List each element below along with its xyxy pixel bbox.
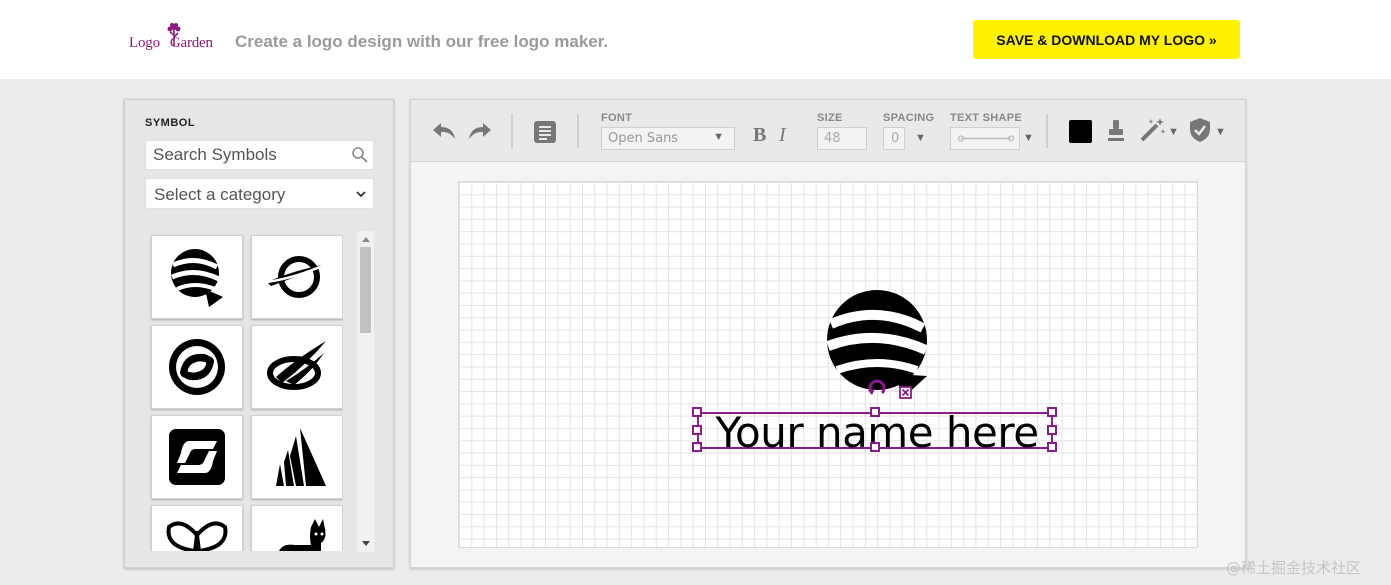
resize-handle-top[interactable] bbox=[870, 407, 880, 417]
font-dropdown-value: Open Sans bbox=[608, 131, 679, 146]
symbol-tile[interactable] bbox=[251, 415, 343, 499]
symbol-tile[interactable] bbox=[251, 325, 343, 409]
chevron-down-icon bbox=[356, 191, 366, 198]
shield-caret-down-icon[interactable]: ▼ bbox=[1215, 126, 1226, 138]
italic-button[interactable]: I bbox=[779, 124, 786, 147]
text-shape-label: TEXT SHAPE bbox=[950, 112, 1023, 124]
text-block-icon[interactable] bbox=[533, 120, 557, 144]
size-label: SIZE bbox=[817, 112, 843, 124]
logo-text-selection[interactable]: Your name here bbox=[692, 407, 1057, 457]
save-download-button[interactable]: SAVE & DOWNLOAD MY LOGO » bbox=[973, 20, 1240, 59]
symbol-scrollbar[interactable] bbox=[357, 231, 374, 552]
editor-panel: FONT Open Sans ▼ B I SIZE 48 SPACING 0 ▼… bbox=[410, 99, 1246, 568]
text-shape-caret-down-icon[interactable]: ▼ bbox=[1023, 132, 1034, 144]
category-dropdown-label: Select a category bbox=[154, 185, 286, 204]
symbol-tile[interactable] bbox=[251, 505, 343, 551]
tower-blades-icon bbox=[276, 428, 326, 486]
resize-handle-top-right[interactable] bbox=[1047, 407, 1057, 417]
magic-wand-icon[interactable] bbox=[1139, 117, 1167, 143]
symbol-grid bbox=[149, 233, 343, 551]
symbol-panel-title: SYMBOL bbox=[145, 117, 196, 129]
top-header: Logo Garden Create a logo design with our… bbox=[0, 0, 1391, 79]
design-canvas[interactable]: Your name here bbox=[458, 181, 1198, 548]
resize-handle-top-left[interactable] bbox=[692, 407, 702, 417]
scroll-thumb[interactable] bbox=[360, 247, 371, 333]
font-dropdown[interactable]: Open Sans ▼ bbox=[601, 127, 735, 150]
size-input[interactable]: 48 bbox=[817, 127, 867, 150]
bold-button[interactable]: B bbox=[753, 124, 766, 147]
slider-track-icon bbox=[957, 135, 1015, 142]
orbit-swoosh-icon bbox=[267, 341, 326, 390]
swoosh-ring-icon bbox=[266, 256, 328, 298]
symbol-tile[interactable] bbox=[151, 505, 243, 551]
scroll-down-arrow-icon[interactable] bbox=[357, 536, 374, 552]
text-shape-slider[interactable] bbox=[950, 127, 1020, 150]
symbol-tile[interactable] bbox=[151, 235, 243, 319]
resize-handle-left[interactable] bbox=[692, 425, 702, 435]
spacing-caret-down-icon[interactable]: ▼ bbox=[915, 132, 926, 144]
text-color-swatch[interactable] bbox=[1069, 120, 1092, 143]
redo-icon[interactable] bbox=[467, 120, 493, 142]
wand-caret-down-icon[interactable]: ▼ bbox=[1168, 126, 1179, 138]
circle-swirl-icon bbox=[169, 339, 225, 395]
toolbar-separator bbox=[511, 114, 513, 148]
symbol-search-input[interactable] bbox=[146, 141, 346, 169]
resize-handle-bottom-right[interactable] bbox=[1047, 442, 1057, 452]
s-tile-icon bbox=[169, 429, 225, 485]
symbol-tile[interactable] bbox=[151, 325, 243, 409]
toolbar-separator bbox=[577, 114, 579, 148]
resize-handle-right[interactable] bbox=[1047, 425, 1057, 435]
resize-handle-bottom-left[interactable] bbox=[692, 442, 702, 452]
delete-handle-icon[interactable] bbox=[899, 386, 912, 399]
globe-arrow-icon bbox=[171, 249, 223, 307]
spacing-label: SPACING bbox=[883, 112, 935, 124]
tagline: Create a logo design with our free logo … bbox=[235, 32, 609, 51]
caret-down-icon: ▼ bbox=[713, 131, 724, 143]
symbol-tile[interactable] bbox=[251, 235, 343, 319]
search-icon[interactable] bbox=[351, 146, 369, 164]
symbol-panel: SYMBOL Select a category bbox=[124, 99, 394, 568]
toolbar-separator bbox=[1046, 114, 1048, 148]
symbol-search-box[interactable] bbox=[145, 140, 374, 170]
rotate-handle-icon[interactable] bbox=[867, 378, 887, 396]
spacing-input[interactable]: 0 bbox=[883, 127, 905, 150]
undo-icon[interactable] bbox=[431, 120, 457, 142]
watermark-text: @稀土掘金技术社区 bbox=[1226, 559, 1362, 577]
shield-check-icon[interactable] bbox=[1189, 117, 1211, 143]
stamp-icon[interactable] bbox=[1107, 119, 1125, 143]
cat-icon bbox=[279, 519, 326, 551]
scroll-up-arrow-icon[interactable] bbox=[357, 231, 374, 247]
resize-handle-bottom[interactable] bbox=[870, 442, 880, 452]
symbol-tile[interactable] bbox=[151, 415, 243, 499]
category-dropdown[interactable]: Select a category bbox=[145, 178, 374, 209]
butterfly-icon bbox=[166, 521, 228, 551]
font-label: FONT bbox=[601, 112, 633, 124]
logogarden-logo[interactable]: Logo Garden bbox=[129, 22, 223, 56]
editor-toolbar: FONT Open Sans ▼ B I SIZE 48 SPACING 0 ▼… bbox=[411, 100, 1245, 162]
tree-icon bbox=[167, 23, 181, 46]
